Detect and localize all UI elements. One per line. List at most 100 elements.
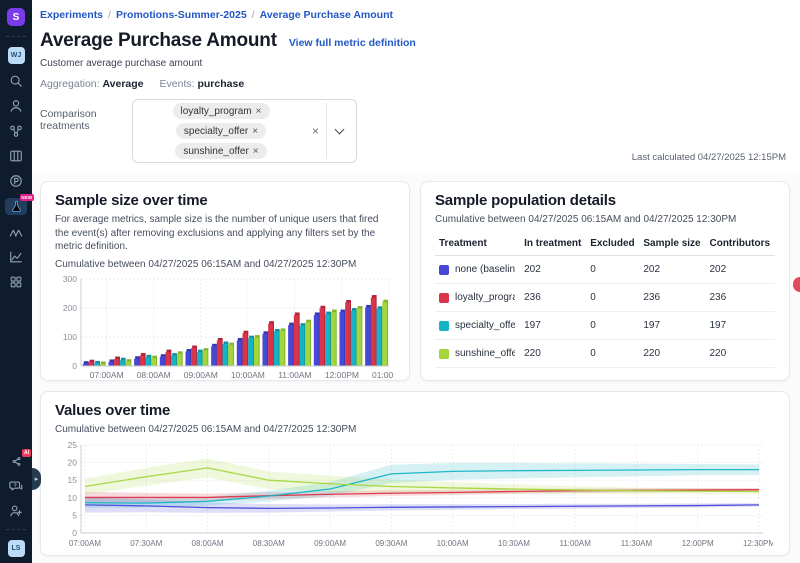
sample-size-value: 202	[639, 256, 705, 284]
breadcrumb-experiments[interactable]: Experiments	[40, 9, 103, 21]
svg-text:10:00AM: 10:00AM	[231, 370, 265, 380]
last-calculated-text: Last calculated 04/27/2025 12:15PM	[632, 152, 786, 163]
experiments-active-item[interactable]: NEW	[5, 198, 27, 215]
excluded-value: 0	[586, 312, 639, 340]
ai-assistant-icon[interactable]: AI	[8, 453, 24, 469]
values-panel: Values over time Cumulative between 04/2…	[40, 391, 790, 556]
svg-text:300: 300	[63, 274, 77, 284]
table-row: specialty_offer1970197197	[435, 312, 775, 340]
svg-text:0: 0	[72, 361, 77, 371]
chip-remove-icon[interactable]: ×	[253, 146, 259, 157]
treatment-name: none (baseline)	[455, 264, 515, 275]
values-title: Values over time	[55, 402, 775, 419]
population-cumulative: Cumulative between 04/27/2025 06:15AM an…	[435, 214, 775, 225]
aggregation-row: Aggregation: Average Events: purchase	[40, 78, 786, 90]
treatment-name: specialty_offer	[455, 320, 515, 331]
svg-text:10: 10	[68, 493, 78, 503]
workspace-badge[interactable]: WJ	[8, 47, 25, 64]
main-content: Experiments / Promotions-Summer-2025 / A…	[32, 0, 800, 563]
chip-label: sunshine_offer	[183, 146, 248, 157]
comparison-row: Comparison treatments loyalty_program×sp…	[40, 99, 786, 163]
table-row: none (baseline)2020202202	[435, 256, 775, 284]
excluded-value: 0	[586, 284, 639, 312]
svg-text:12:00PM: 12:00PM	[682, 539, 714, 548]
excluded-value: 0	[586, 340, 639, 368]
breadcrumb-separator: /	[252, 9, 255, 21]
app-window: S WJ NEW	[0, 0, 800, 563]
chip-label: specialty_offer	[184, 126, 248, 137]
table-header: Contributors	[705, 233, 775, 256]
columns-icon[interactable]	[8, 148, 24, 164]
chip-remove-icon[interactable]: ×	[256, 106, 262, 117]
page-title: Average Purchase Amount	[40, 30, 277, 52]
statsig-logo-icon[interactable]: S	[7, 8, 25, 26]
table-header: Sample size	[639, 233, 705, 256]
svg-text:25: 25	[68, 440, 78, 450]
aggregation-label: Aggregation:	[40, 78, 100, 90]
sample-size-value: 220	[639, 340, 705, 368]
treatment-chip[interactable]: specialty_offer ×	[176, 123, 266, 139]
graph-nodes-icon[interactable]	[8, 123, 24, 139]
chevron-down-icon[interactable]	[335, 125, 345, 135]
breadcrumb-separator: /	[108, 9, 111, 21]
svg-text:11:00AM: 11:00AM	[278, 370, 311, 380]
values-cumulative: Cumulative between 04/27/2025 06:15AM an…	[55, 424, 775, 435]
events-value: purchase	[197, 78, 244, 90]
svg-text:12:00PM: 12:00PM	[325, 370, 359, 380]
svg-text:09:30AM: 09:30AM	[375, 539, 407, 548]
sidebar-nav: S WJ NEW	[0, 0, 32, 563]
svg-text:09:00AM: 09:00AM	[314, 539, 346, 548]
chip-remove-icon[interactable]: ×	[252, 126, 258, 137]
svg-text:08:00AM: 08:00AM	[192, 539, 224, 548]
svg-text:0: 0	[72, 528, 77, 538]
peaks-icon[interactable]	[8, 224, 24, 240]
contributors-value: 236	[705, 284, 775, 312]
breadcrumb: Experiments / Promotions-Summer-2025 / A…	[40, 9, 786, 21]
values-line-chart: 051015202507:00AM07:30AM08:00AM08:30AM09…	[55, 439, 773, 561]
treatment-chips: loyalty_program×specialty_offer×sunshine…	[137, 103, 305, 159]
contributors-value: 197	[705, 312, 775, 340]
breadcrumb-experiment-name[interactable]: Promotions-Summer-2025	[116, 9, 247, 21]
metric-subtitle: Customer average purchase amount	[40, 58, 786, 69]
contributors-value: 220	[705, 340, 775, 368]
right-edge-handle[interactable]	[793, 277, 800, 292]
sidebar-divider	[6, 36, 26, 37]
line-chart-icon[interactable]	[8, 249, 24, 265]
svg-text:11:30AM: 11:30AM	[621, 539, 653, 548]
population-panel: Sample population details Cumulative bet…	[420, 181, 790, 381]
treatments-multiselect[interactable]: loyalty_program×specialty_offer×sunshine…	[132, 99, 357, 163]
sample-size-cumulative: Cumulative between 04/27/2025 06:15AM an…	[55, 259, 395, 270]
view-metric-definition-link[interactable]: View full metric definition	[289, 37, 416, 49]
svg-text:11:00AM: 11:00AM	[559, 539, 591, 548]
treatment-chip[interactable]: loyalty_program×	[173, 103, 270, 119]
sidebar-divider-bottom	[6, 529, 26, 530]
breadcrumb-metric-name[interactable]: Average Purchase Amount	[260, 9, 393, 21]
svg-text:12:30PM: 12:30PM	[743, 539, 773, 548]
population-title: Sample population details	[435, 192, 775, 209]
svg-text:09:00AM: 09:00AM	[184, 370, 218, 380]
page-header: Experiments / Promotions-Summer-2025 / A…	[32, 0, 800, 173]
treatment-chip[interactable]: sunshine_offer ×	[175, 143, 266, 159]
search-icon[interactable]	[8, 73, 24, 89]
svg-text:5: 5	[72, 510, 77, 520]
svg-text:20: 20	[68, 458, 78, 468]
help-chat-icon[interactable]: ?	[8, 478, 24, 494]
svg-text:15: 15	[68, 475, 78, 485]
user-initials-badge[interactable]: LS	[8, 540, 25, 557]
table-row: loyalty_program2360236236	[435, 284, 775, 312]
sample-size-panel: Sample size over time For average metric…	[40, 181, 410, 381]
treatment-swatch	[439, 349, 449, 359]
clear-all-icon[interactable]: ×	[305, 124, 326, 138]
apps-grid-icon[interactable]	[8, 274, 24, 290]
contributors-value: 202	[705, 256, 775, 284]
aggregation-value: Average	[102, 78, 143, 90]
svg-text:08:30AM: 08:30AM	[253, 539, 285, 548]
table-row: sunshine_offer2200220220	[435, 340, 775, 368]
svg-text:07:00AM: 07:00AM	[90, 370, 124, 380]
svg-text:100: 100	[63, 332, 77, 342]
svg-text:200: 200	[63, 303, 77, 313]
invite-user-icon[interactable]	[8, 503, 24, 519]
ai-badge: AI	[22, 449, 31, 457]
user-icon[interactable]	[8, 98, 24, 114]
pulse-p-icon[interactable]	[8, 173, 24, 189]
